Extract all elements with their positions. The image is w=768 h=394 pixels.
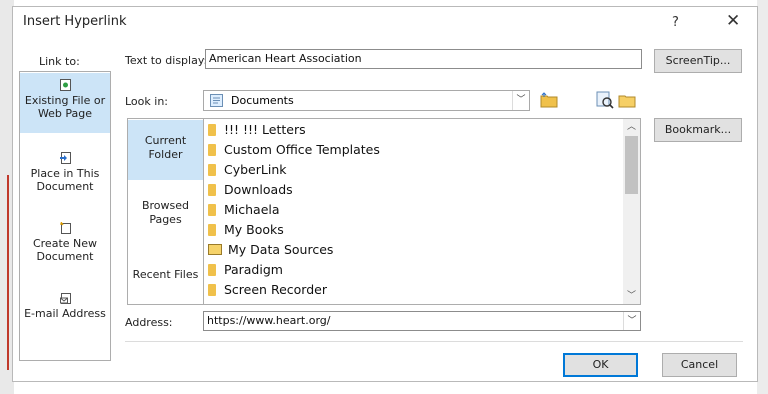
close-icon[interactable]: ✕ <box>726 11 740 31</box>
data-sources-icon <box>208 244 222 255</box>
link-to-email[interactable]: E-mail Address <box>20 292 110 320</box>
look-in-label: Look in: <box>125 95 168 108</box>
address-label: Address: <box>125 316 173 329</box>
folder-icon <box>208 143 216 156</box>
link-to-existing-line2: Web Page <box>37 107 93 120</box>
recent-files-tab[interactable]: Recent Files <box>128 268 203 282</box>
current-folder-line1: Current <box>144 134 187 147</box>
list-item[interactable]: !!! !!! Letters <box>208 120 306 140</box>
link-to-existing-file[interactable]: Existing File or Web Page <box>20 73 110 133</box>
browse-file-icon[interactable] <box>618 91 636 109</box>
file-list: !!! !!! Letters Custom Office Templates … <box>203 118 641 305</box>
look-in-dropdown[interactable]: Documents ﹀ <box>203 90 530 111</box>
current-folder-line2: Folder <box>148 148 183 161</box>
link-to-panel: Existing File or Web Page Place in This … <box>19 71 111 361</box>
list-item[interactable]: Custom Office Templates <box>208 140 380 160</box>
link-to-existing-line1: Existing File or <box>24 94 106 107</box>
existing-file-icon <box>59 79 71 91</box>
folder-icon <box>208 183 216 196</box>
cancel-button[interactable]: Cancel <box>662 353 737 377</box>
chevron-down-icon[interactable]: ﹀ <box>623 312 640 330</box>
folder-icon <box>208 263 216 276</box>
link-to-create-line2: Document <box>36 250 94 263</box>
browse-options-panel: Current Folder Browsed Pages Recent File… <box>127 118 203 305</box>
text-to-display-input[interactable]: American Heart Association <box>205 49 642 69</box>
list-item[interactable]: Downloads <box>208 180 293 200</box>
background-accent-line <box>7 175 9 370</box>
chevron-down-icon[interactable]: ﹀ <box>512 91 529 110</box>
browsed-pages-line2: Pages <box>149 213 182 226</box>
link-to-place-line2: Document <box>36 180 94 193</box>
browse-web-icon[interactable] <box>596 91 614 109</box>
folder-icon <box>208 283 216 296</box>
link-to-create-line1: Create New <box>32 237 98 250</box>
dialog-title: Insert Hyperlink <box>23 14 127 29</box>
screentip-button[interactable]: ScreenTip... <box>654 49 742 73</box>
scroll-up-icon[interactable]: ︿ <box>623 119 640 135</box>
ok-button[interactable]: OK <box>563 353 638 377</box>
browsed-pages-tab[interactable]: Browsed Pages <box>128 199 203 227</box>
text-to-display-label: Text to display: <box>125 54 208 67</box>
list-item[interactable]: CyberLink <box>208 160 287 180</box>
address-value: https://www.heart.org/ <box>207 314 331 327</box>
list-item[interactable]: Paradigm <box>208 260 283 280</box>
address-input[interactable]: https://www.heart.org/ ﹀ <box>203 311 641 331</box>
link-to-label: Link to: <box>39 55 80 68</box>
link-to-place-in-document[interactable]: Place in This Document <box>20 152 110 193</box>
list-item[interactable]: My Books <box>208 220 284 240</box>
help-button[interactable]: ? <box>672 15 679 30</box>
insert-hyperlink-dialog: Insert Hyperlink ? ✕ Link to: Existing F… <box>12 6 758 382</box>
documents-icon <box>210 94 223 107</box>
list-item[interactable]: My Data Sources <box>208 240 333 260</box>
divider <box>125 341 743 342</box>
folder-icon <box>208 163 216 176</box>
current-folder-tab[interactable]: Current Folder <box>128 120 203 180</box>
folder-icon <box>208 223 216 236</box>
place-in-document-icon <box>59 152 71 164</box>
background-strip-right <box>757 0 768 394</box>
scroll-down-icon[interactable]: ﹀ <box>623 288 640 304</box>
list-item[interactable]: Screen Recorder <box>208 280 327 300</box>
bookmark-button[interactable]: Bookmark... <box>654 118 742 142</box>
folder-icon <box>208 203 216 216</box>
scroll-thumb[interactable] <box>625 136 638 194</box>
link-to-create-new[interactable]: Create New Document <box>20 222 110 263</box>
list-item[interactable]: Michaela <box>208 200 280 220</box>
look-in-value: Documents <box>231 94 294 107</box>
link-to-place-line1: Place in This <box>30 167 100 180</box>
file-list-scrollbar[interactable]: ︿ ﹀ <box>623 119 640 304</box>
new-document-icon <box>59 222 71 234</box>
folder-icon <box>208 123 216 136</box>
email-icon <box>59 293 71 304</box>
browsed-pages-line1: Browsed <box>141 199 190 212</box>
link-to-email-label: E-mail Address <box>24 307 106 320</box>
up-folder-icon[interactable] <box>540 91 558 109</box>
